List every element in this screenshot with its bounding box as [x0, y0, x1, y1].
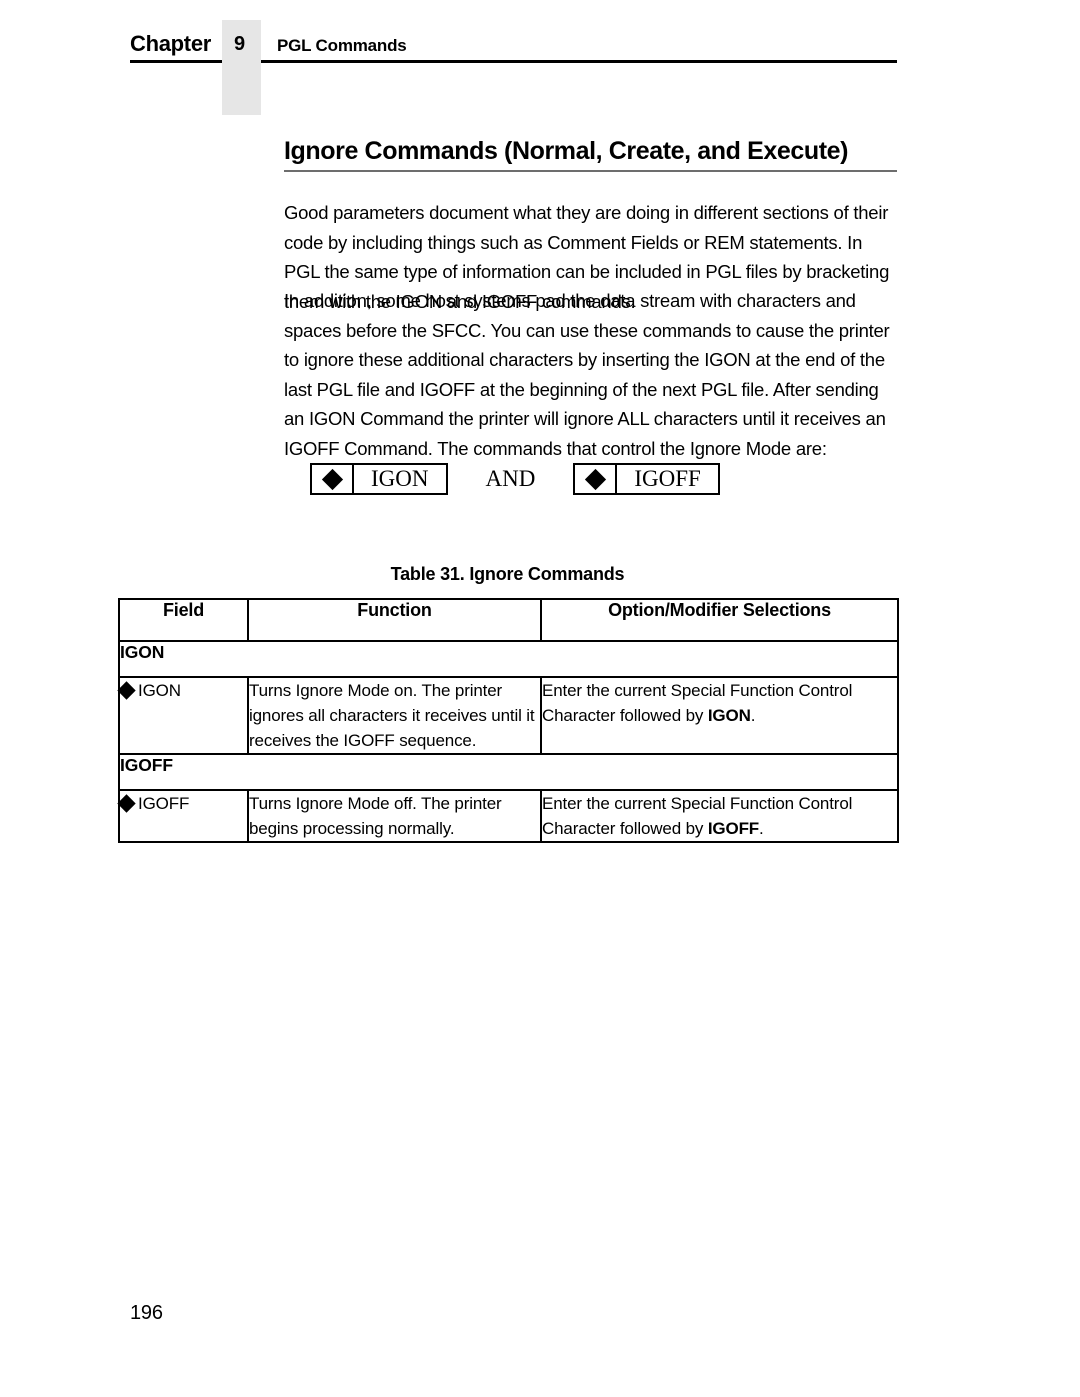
option-text-bold: IGOFF	[707, 819, 760, 838]
page-title: Ignore Commands (Normal, Create, and Exe…	[284, 137, 849, 165]
syntax-box-igoff: IGOFF	[573, 463, 720, 495]
option-text-suffix: .	[750, 706, 756, 725]
sfcc-diamond-icon	[312, 465, 354, 493]
table-cell-option-igon: Enter the current Special Function Contr…	[540, 676, 899, 755]
syntax-box-igon-label: IGON	[371, 466, 429, 491]
option-text-suffix: .	[759, 819, 764, 838]
table-cell-option-igoff: Enter the current Special Function Contr…	[540, 789, 899, 843]
table-header-row: Field Function Option/Modifier Selection…	[118, 598, 899, 642]
page-number: 196	[130, 1302, 163, 1324]
table-group-row: IGON	[118, 640, 899, 678]
sfcc-diamond-icon	[575, 465, 618, 493]
syntax-box-igon: IGON	[310, 463, 448, 495]
section-title-rule	[284, 170, 897, 172]
syntax-conjunction: AND	[485, 466, 536, 491]
table-cell-field-igon: IGON	[117, 676, 249, 755]
table-group-row: IGOFF	[118, 753, 899, 791]
table-row: IGON Turns Ignore Mode on. The printer i…	[117, 676, 899, 755]
body-paragraph-2: In addition, some host systems pad the d…	[284, 290, 890, 459]
ignore-commands-table: Field Function Option/Modifier Selection…	[117, 598, 899, 843]
syntax-diagram: IGON AND IGOFF	[310, 463, 720, 499]
table-column-header-field: Field	[118, 598, 249, 642]
option-text-bold: IGON	[707, 706, 751, 725]
header-rule-left	[130, 60, 222, 63]
table-cell-function-igoff: Turns Ignore Mode off. The printer begin…	[247, 789, 542, 843]
table-row: IGOFF Turns Ignore Mode off. The printer…	[117, 789, 899, 843]
chapter-number: 9	[234, 33, 246, 55]
option-text-prefix: Enter the current Special Function Contr…	[542, 681, 853, 725]
table-caption: Table 31. Ignore Commands	[390, 564, 625, 584]
option-text-prefix: Enter the current Special Function Contr…	[542, 794, 853, 838]
running-header: Chapter 9 PGL Commands	[0, 0, 1080, 120]
table-group-label-igoff: IGOFF	[118, 753, 899, 791]
table-column-header-option: Option/Modifier Selections	[540, 598, 899, 642]
table-cell-field-igoff-label: IGOFF	[138, 794, 190, 813]
sfcc-diamond-icon	[117, 681, 136, 700]
syntax-box-igoff-label: IGOFF	[634, 466, 701, 491]
table-cell-field-igon-label: IGON	[138, 681, 181, 700]
sfcc-diamond-icon	[117, 794, 136, 813]
table-cell-function-igon: Turns Ignore Mode on. The printer ignore…	[247, 676, 542, 755]
chapter-subject: PGL Commands	[277, 36, 407, 55]
table-column-header-function: Function	[247, 598, 542, 642]
section-title-block: Ignore Commands (Normal, Create, and Exe…	[284, 136, 897, 172]
table-group-label-igon: IGON	[118, 640, 899, 678]
chapter-label: Chapter	[130, 31, 212, 56]
header-rule-right	[261, 60, 897, 63]
table-cell-field-igoff: IGOFF	[117, 789, 249, 843]
